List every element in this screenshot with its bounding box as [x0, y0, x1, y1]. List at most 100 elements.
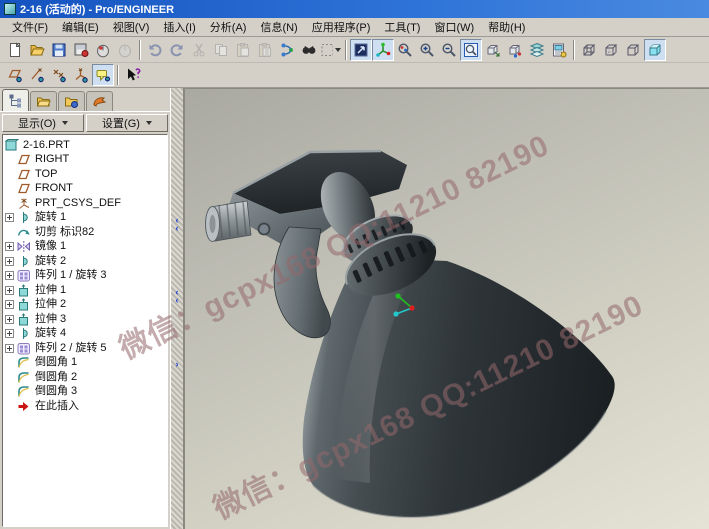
wireframe-display-button[interactable]	[578, 39, 600, 61]
shaded-display-button[interactable]	[644, 39, 666, 61]
spray-bottle-model[interactable]	[185, 89, 709, 529]
show-button[interactable]: 显示(O)	[2, 114, 84, 132]
delete-old-versions-button[interactable]	[114, 39, 136, 61]
datum-axes-toggle-button[interactable]	[26, 64, 48, 86]
expand-icon[interactable]	[5, 300, 14, 309]
tree-item[interactable]: 拉伸 3	[5, 312, 167, 327]
save-button[interactable]	[48, 39, 70, 61]
layers-button[interactable]	[526, 39, 548, 61]
tree-item[interactable]: 拉伸 2	[5, 298, 167, 313]
tree-item[interactable]: 镜像 1	[5, 240, 167, 255]
expand-icon[interactable]	[5, 344, 14, 353]
datum-points-toggle-button[interactable]	[48, 64, 70, 86]
datum-planes-toggle-button[interactable]	[4, 64, 26, 86]
find-button[interactable]	[298, 39, 320, 61]
named-views-button[interactable]	[504, 39, 526, 61]
graphics-viewport[interactable]	[184, 88, 709, 529]
tree-item[interactable]: RIGHT	[5, 153, 167, 168]
tree-item[interactable]: 阵列 1 / 旋转 3	[5, 269, 167, 284]
splitter-collapse-icon[interactable]: ‹‹	[176, 288, 179, 304]
zoom-in-button[interactable]	[416, 39, 438, 61]
expand-icon[interactable]	[5, 329, 14, 338]
menu-help[interactable]: 帮助(H)	[482, 17, 531, 37]
expand-icon[interactable]	[5, 242, 14, 251]
select-items-button[interactable]	[320, 39, 342, 61]
extrude-icon	[17, 298, 32, 311]
tree-item[interactable]: 阵列 2 / 旋转 5	[5, 341, 167, 356]
no-hidden-display-button[interactable]	[622, 39, 644, 61]
tree-item-root[interactable]: 2-16.PRT	[5, 138, 167, 153]
context-help-button[interactable]	[122, 64, 144, 86]
erase-display-button[interactable]	[92, 39, 114, 61]
expand-icon[interactable]	[5, 286, 14, 295]
tree-item[interactable]: 拉伸 1	[5, 283, 167, 298]
revolve-icon	[17, 255, 32, 268]
panel-splitter[interactable]: ‹‹ ‹‹ ›	[170, 88, 184, 529]
tree-item[interactable]: 旋转 1	[5, 211, 167, 226]
tree-item[interactable]: FRONT	[5, 182, 167, 197]
paste-button[interactable]	[232, 39, 254, 61]
saved-view-list-button[interactable]	[482, 39, 504, 61]
view-manager-button[interactable]	[548, 39, 570, 61]
app-icon	[4, 3, 16, 15]
expand-icon[interactable]	[5, 257, 14, 266]
paste-special-button[interactable]	[254, 39, 276, 61]
menu-view[interactable]: 视图(V)	[107, 17, 156, 37]
tree-item[interactable]: 倒圆角 1	[5, 356, 167, 371]
refit-button[interactable]	[460, 39, 482, 61]
repaint-button[interactable]	[350, 39, 372, 61]
tree-item[interactable]: 切剪 标识82	[5, 225, 167, 240]
tree-item-insert-here[interactable]: 在此插入	[5, 399, 167, 414]
menu-insert[interactable]: 插入(I)	[157, 17, 201, 37]
tree-item[interactable]: 旋转 2	[5, 254, 167, 269]
redo-button[interactable]	[166, 39, 188, 61]
tree-item[interactable]: TOP	[5, 167, 167, 182]
orient-mode-button[interactable]	[394, 39, 416, 61]
bottle-body[interactable]	[303, 257, 615, 517]
tab-model-tree[interactable]	[2, 89, 29, 111]
tree-item[interactable]: 倒圆角 3	[5, 385, 167, 400]
round-icon	[17, 385, 32, 398]
annotation-toggle-button[interactable]	[92, 64, 114, 86]
extrude-icon	[17, 284, 32, 297]
expand-icon[interactable]	[5, 213, 14, 222]
regenerate-button[interactable]	[276, 39, 298, 61]
menu-analysis[interactable]: 分析(A)	[204, 17, 253, 37]
hidden-line-display-button[interactable]	[600, 39, 622, 61]
tab-folder-browser[interactable]	[30, 91, 57, 111]
titlebar: 2-16 (活动的) - Pro/ENGINEER	[0, 0, 709, 18]
menu-tools[interactable]: 工具(T)	[378, 17, 426, 37]
settings-button[interactable]: 设置(G)	[86, 114, 168, 132]
expand-icon[interactable]	[5, 271, 14, 280]
splitter-collapse-icon[interactable]: ›	[176, 360, 179, 368]
open-file-button[interactable]	[26, 39, 48, 61]
tree-item[interactable]: PRT_CSYS_DEF	[5, 196, 167, 211]
menu-window[interactable]: 窗口(W)	[428, 17, 480, 37]
cut-button[interactable]	[188, 39, 210, 61]
csys-toggle-button[interactable]	[70, 64, 92, 86]
tab-connections[interactable]	[86, 91, 113, 111]
round-icon	[17, 356, 32, 369]
tree-item[interactable]: 旋转 4	[5, 327, 167, 342]
revolve-icon	[17, 327, 32, 340]
navigator-panel: 显示(O) 设置(G) 2-16.PRT RIGHT TOP FRONT	[0, 88, 170, 529]
splitter-collapse-icon[interactable]: ‹‹	[176, 216, 179, 232]
menu-info[interactable]: 信息(N)	[254, 17, 303, 37]
undo-button[interactable]	[144, 39, 166, 61]
expand-icon[interactable]	[5, 315, 14, 324]
save-a-copy-button[interactable]	[70, 39, 92, 61]
nozzle[interactable]	[206, 201, 252, 242]
zoom-out-button[interactable]	[438, 39, 460, 61]
window-title: 2-16 (活动的) - Pro/ENGINEER	[20, 1, 174, 17]
tab-favorites[interactable]	[58, 91, 85, 111]
menu-applications[interactable]: 应用程序(P)	[306, 17, 377, 37]
tree-item[interactable]: 倒圆角 2	[5, 370, 167, 385]
menubar: 文件(F) 编辑(E) 视图(V) 插入(I) 分析(A) 信息(N) 应用程序…	[0, 18, 709, 37]
trigger[interactable]	[274, 227, 330, 338]
new-file-button[interactable]	[4, 39, 26, 61]
spin-center-button[interactable]	[372, 39, 394, 61]
menu-file[interactable]: 文件(F)	[6, 17, 54, 37]
toolbar-separator	[345, 40, 347, 60]
menu-edit[interactable]: 编辑(E)	[56, 17, 105, 37]
copy-button[interactable]	[210, 39, 232, 61]
